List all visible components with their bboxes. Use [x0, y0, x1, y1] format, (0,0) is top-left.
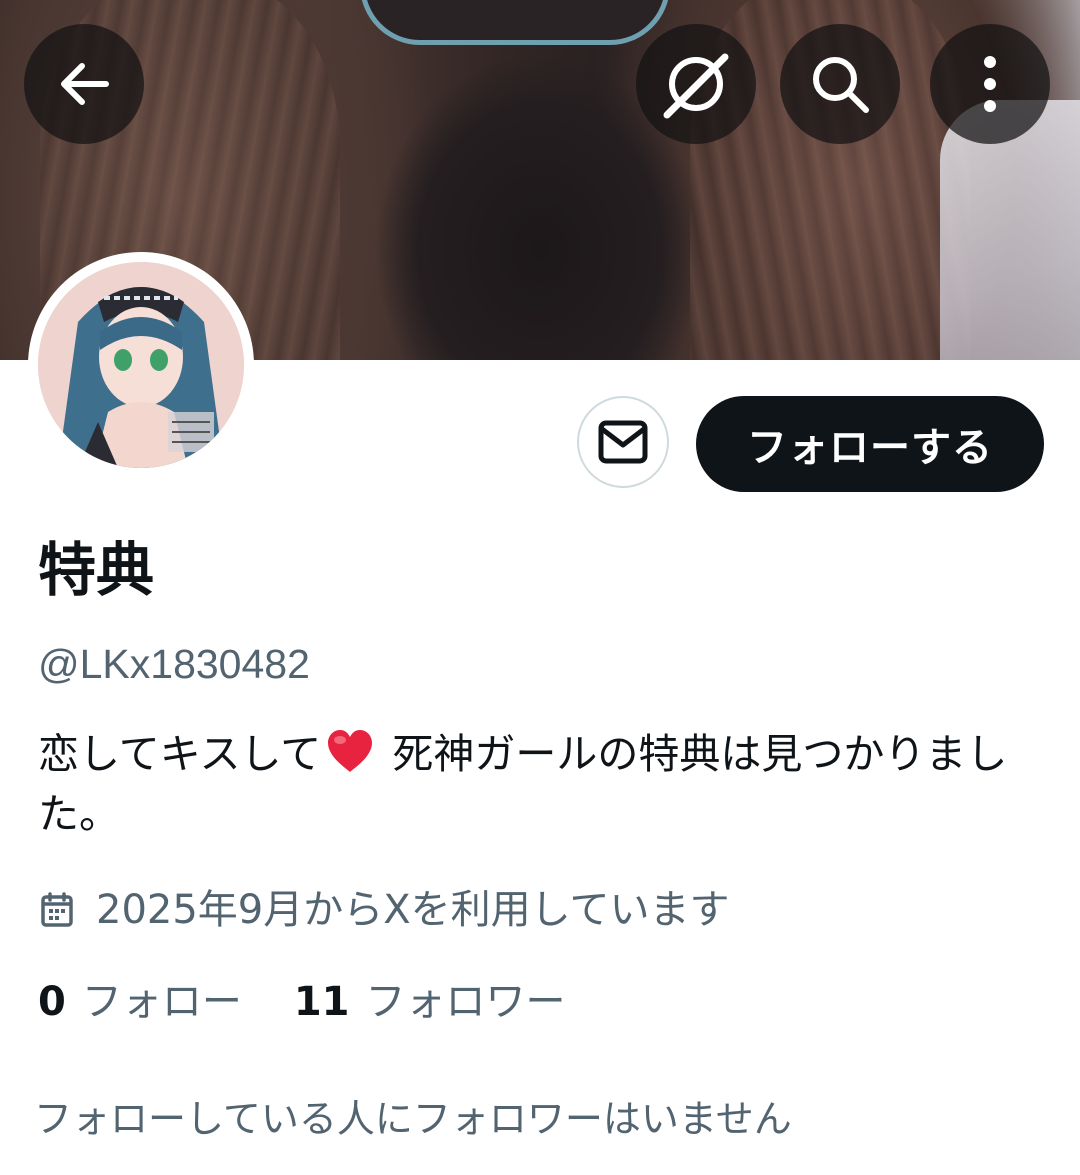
joined-text: 2025年9月からXを利用しています	[96, 887, 730, 933]
more-options-button[interactable]	[930, 24, 1050, 144]
profile-bio: 恋してキスして 死神ガールの特典は見つかりました。	[38, 724, 1038, 844]
back-button[interactable]	[24, 24, 144, 144]
followers-link[interactable]: 11 フォロワー	[294, 974, 566, 1030]
profile-page: フォローする 特典 @LKx1830482 恋してキスして 死神ガールの特典は見…	[0, 0, 1080, 1175]
more-vertical-icon	[984, 56, 996, 112]
joined-date: 2025年9月からXを利用しています	[40, 882, 729, 938]
avatar-image	[38, 262, 244, 468]
heart-icon	[328, 730, 373, 772]
avatar-illustration	[38, 262, 244, 468]
grok-icon	[663, 53, 729, 119]
display-name: 特典	[38, 536, 155, 604]
envelope-icon	[598, 420, 648, 464]
banner-collar	[360, 0, 670, 45]
calendar-icon	[41, 892, 73, 927]
avatar[interactable]	[28, 252, 254, 478]
follow-stats: 0 フォロー 11 フォロワー	[38, 974, 566, 1030]
message-button[interactable]	[577, 396, 669, 488]
follow-button[interactable]: フォローする	[696, 396, 1044, 492]
bio-text-start: 恋してキスして	[38, 730, 322, 778]
arrow-left-icon	[61, 63, 109, 105]
followers-count: 11	[293, 979, 350, 1025]
followers-label: フォロワー	[365, 979, 566, 1025]
following-label: フォロー	[81, 979, 242, 1025]
grok-button[interactable]	[636, 24, 756, 144]
following-count: 0	[38, 979, 66, 1025]
following-link[interactable]: 0 フォロー	[38, 974, 242, 1030]
search-button[interactable]	[780, 24, 900, 144]
username-handle: @LKx1830482	[38, 641, 310, 687]
mutual-followers-note: フォローしている人にフォロワーはいません	[34, 1097, 792, 1141]
search-icon	[813, 57, 869, 113]
